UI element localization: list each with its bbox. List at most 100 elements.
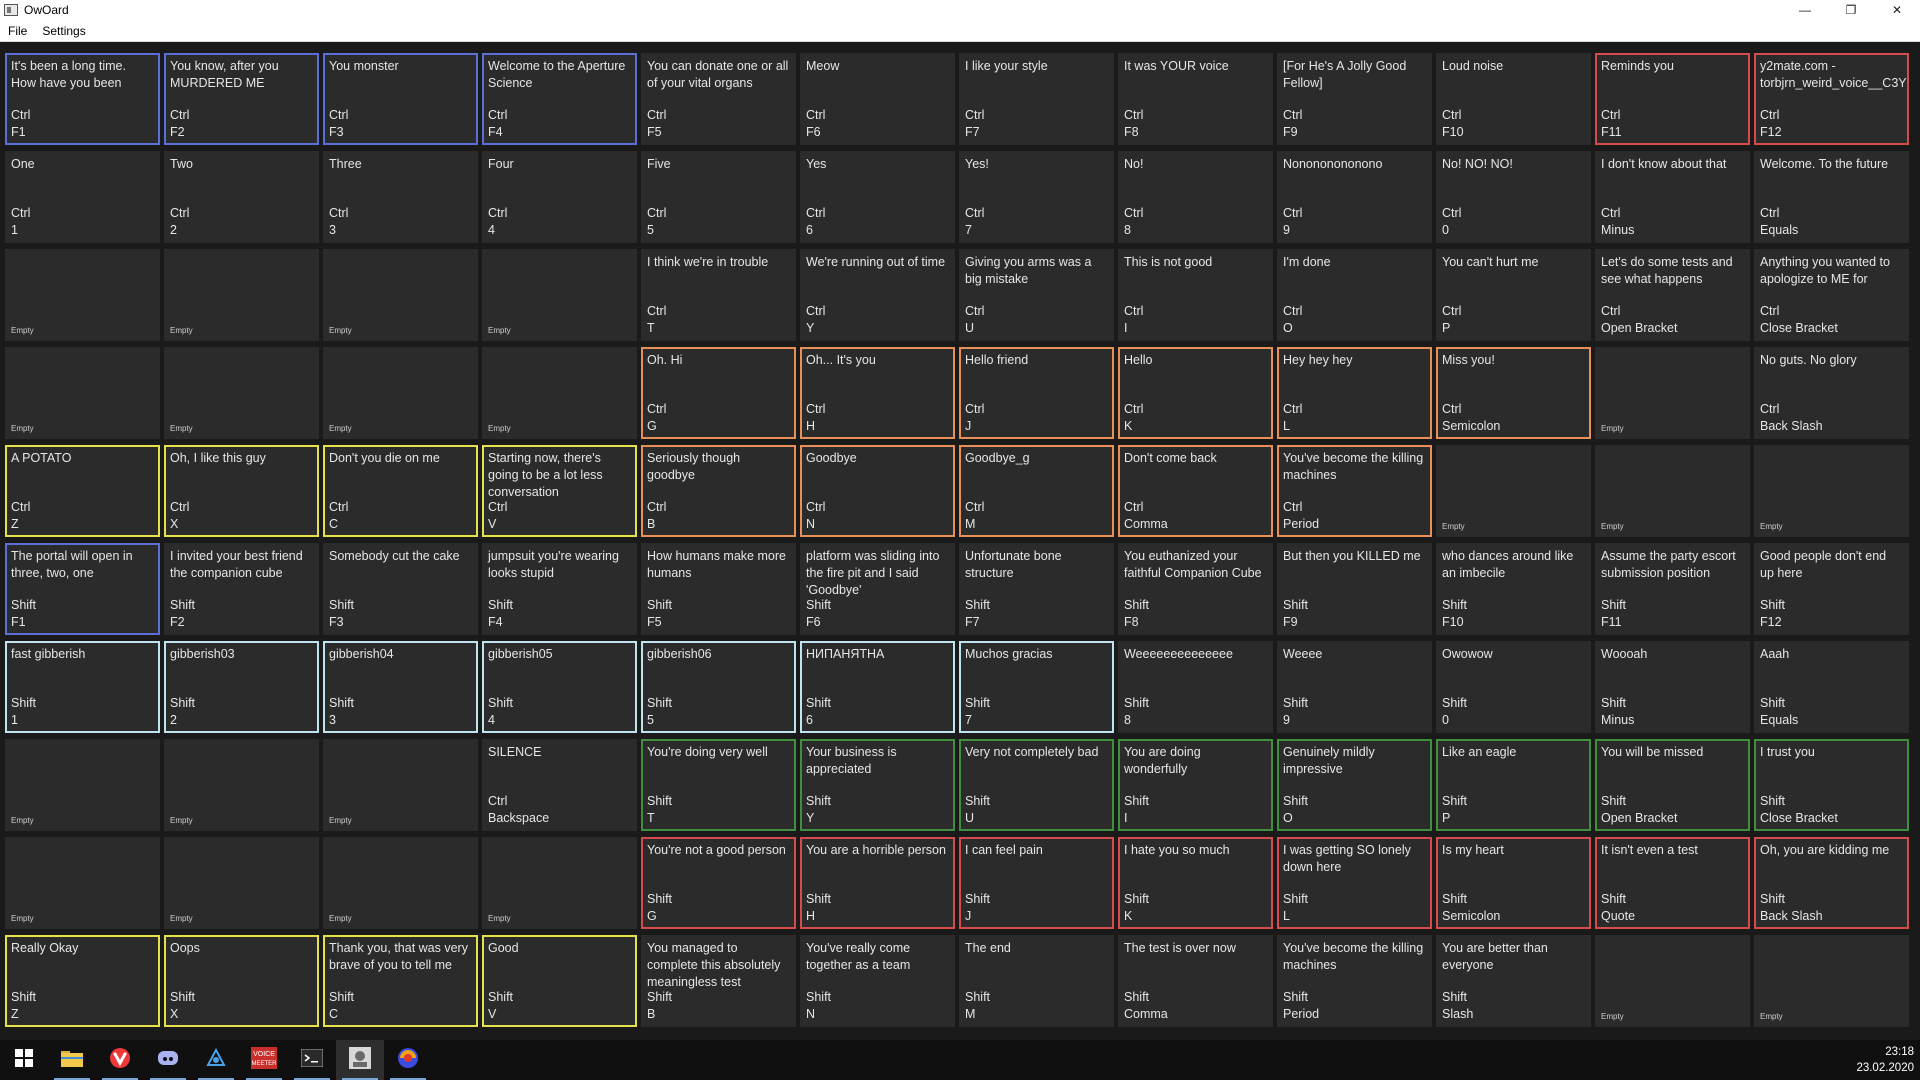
empty-sound-button[interactable]: Empty <box>323 347 478 439</box>
sound-button[interactable]: Three Ctrl 3 <box>323 151 478 243</box>
sound-button[interactable]: You're doing very well Shift T <box>641 739 796 831</box>
sound-button[interactable]: Goodbye Ctrl N <box>800 445 955 537</box>
sound-button[interactable]: SILENCE Ctrl Backspace <box>482 739 637 831</box>
sound-button[interactable]: But then you KILLED me Shift F9 <box>1277 543 1432 635</box>
sound-button[interactable]: jumpsuit you're wearing looks stupid Shif… <box>482 543 637 635</box>
sound-button[interactable]: Loud noise Ctrl F10 <box>1436 53 1591 145</box>
sound-button[interactable]: Weeee Shift 9 <box>1277 641 1432 733</box>
sound-button[interactable]: Giving you arms was a big mistake Ctrl U <box>959 249 1114 341</box>
taskbar-file-explorer-button[interactable] <box>48 1040 96 1080</box>
sound-button[interactable]: I was getting SO lonely down here Shift L <box>1277 837 1432 929</box>
sound-button[interactable]: You monster Ctrl F3 <box>323 53 478 145</box>
sound-button[interactable]: You will be missed Shift Open Bracket <box>1595 739 1750 831</box>
taskbar-obs-button[interactable] <box>384 1040 432 1080</box>
sound-button[interactable]: Hello Ctrl K <box>1118 347 1273 439</box>
sound-button[interactable]: Seriously though goodbye Ctrl B <box>641 445 796 537</box>
sound-button[interactable]: Really Okay Shift Z <box>5 935 160 1027</box>
sound-button[interactable]: gibberish05 Shift 4 <box>482 641 637 733</box>
taskbar-clock[interactable]: 23:18 23.02.2020 <box>1856 1044 1914 1076</box>
sound-button[interactable]: Very not completely bad Shift U <box>959 739 1114 831</box>
sound-button[interactable]: Goodbye_g Ctrl M <box>959 445 1114 537</box>
sound-button[interactable]: Miss you! Ctrl Semicolon <box>1436 347 1591 439</box>
sound-button[interactable]: Oh. Hi Ctrl G <box>641 347 796 439</box>
sound-button[interactable]: who dances around like an imbecile Shift F… <box>1436 543 1591 635</box>
taskbar-windows-start-button[interactable] <box>0 1040 48 1080</box>
sound-button[interactable]: НИПАНЯТНА Shift 6 <box>800 641 955 733</box>
sound-button[interactable]: You managed to complete this absolutely … <box>641 935 796 1027</box>
sound-button[interactable]: Yes! Ctrl 7 <box>959 151 1114 243</box>
sound-button[interactable]: I hate you so much Shift K <box>1118 837 1273 929</box>
menu-settings[interactable]: Settings <box>35 24 92 38</box>
sound-button[interactable]: I trust you Shift Close Bracket <box>1754 739 1909 831</box>
empty-sound-button[interactable]: Empty <box>323 249 478 341</box>
sound-button[interactable]: You can donate one or all of your vital … <box>641 53 796 145</box>
taskbar-voicemeeter-button[interactable]: VOICE MEETER <box>240 1040 288 1080</box>
sound-button[interactable]: This is not good Ctrl I <box>1118 249 1273 341</box>
menu-file[interactable]: File <box>1 24 34 38</box>
sound-button[interactable]: Oh... It's you Ctrl H <box>800 347 955 439</box>
sound-button[interactable]: You are better than everyone Shift Slash <box>1436 935 1591 1027</box>
sound-button[interactable]: gibberish06 Shift 5 <box>641 641 796 733</box>
sound-button[interactable]: Let's do some tests and see what happens… <box>1595 249 1750 341</box>
sound-button[interactable]: A POTATO Ctrl Z <box>5 445 160 537</box>
empty-sound-button[interactable]: Empty <box>1436 445 1591 537</box>
sound-button[interactable]: You are a horrible person Shift H <box>800 837 955 929</box>
sound-button[interactable]: Somebody cut the cake Shift F3 <box>323 543 478 635</box>
sound-button[interactable]: Don't come back Ctrl Comma <box>1118 445 1273 537</box>
sound-button[interactable]: Four Ctrl 4 <box>482 151 637 243</box>
sound-button[interactable]: I'm done Ctrl O <box>1277 249 1432 341</box>
sound-button[interactable]: [For He's A Jolly Good Fellow] Ctrl F9 <box>1277 53 1432 145</box>
sound-button[interactable]: Welcome to the Aperture Science Ctrl F4 <box>482 53 637 145</box>
sound-button[interactable]: Weeeeeeeeeeeeee Shift 8 <box>1118 641 1273 733</box>
sound-button[interactable]: y2mate.com - torbjrn_weird_voice__C3YNYn… <box>1754 53 1909 145</box>
taskbar-vivaldi-button[interactable] <box>96 1040 144 1080</box>
sound-button[interactable]: Five Ctrl 5 <box>641 151 796 243</box>
sound-button[interactable]: Reminds you Ctrl F11 <box>1595 53 1750 145</box>
sound-button[interactable]: You know, after you MURDERED ME Ctrl F2 <box>164 53 319 145</box>
empty-sound-button[interactable]: Empty <box>5 347 160 439</box>
sound-button[interactable]: Anything you wanted to apologize to ME f… <box>1754 249 1909 341</box>
sound-button[interactable]: platform was sliding into the fire pit a… <box>800 543 955 635</box>
sound-button[interactable]: You're not a good person Shift G <box>641 837 796 929</box>
sound-button[interactable]: I think we're in trouble Ctrl T <box>641 249 796 341</box>
sound-button[interactable]: No guts. No glory Ctrl Back Slash <box>1754 347 1909 439</box>
sound-button[interactable]: Unfortunate bone structure Shift F7 <box>959 543 1114 635</box>
sound-button[interactable]: Your business is appreciated Shift Y <box>800 739 955 831</box>
empty-sound-button[interactable]: Empty <box>5 249 160 341</box>
empty-sound-button[interactable]: Empty <box>1754 445 1909 537</box>
sound-button[interactable]: You can't hurt me Ctrl P <box>1436 249 1591 341</box>
sound-button[interactable]: It was YOUR voice Ctrl F8 <box>1118 53 1273 145</box>
sound-button[interactable]: Hello friend Ctrl J <box>959 347 1114 439</box>
sound-button[interactable]: The end Shift M <box>959 935 1114 1027</box>
empty-sound-button[interactable]: Empty <box>164 837 319 929</box>
sound-button[interactable]: Owowow Shift 0 <box>1436 641 1591 733</box>
sound-button[interactable]: You've become the killing machines Ctrl Pe… <box>1277 445 1432 537</box>
sound-button[interactable]: Is my heart Shift Semicolon <box>1436 837 1591 929</box>
sound-button[interactable]: I can feel pain Shift J <box>959 837 1114 929</box>
empty-sound-button[interactable]: Empty <box>323 739 478 831</box>
sound-button[interactable]: You've become the killing machines Shift P… <box>1277 935 1432 1027</box>
sound-button[interactable]: I invited your best friend the companion… <box>164 543 319 635</box>
taskbar-discord-button[interactable] <box>144 1040 192 1080</box>
sound-button[interactable]: I like your style Ctrl F7 <box>959 53 1114 145</box>
sound-button[interactable]: You've really come together as a team Shi… <box>800 935 955 1027</box>
sound-button[interactable]: Oh, you are kidding me Shift Back Slash <box>1754 837 1909 929</box>
sound-button[interactable]: Nonononononono Ctrl 9 <box>1277 151 1432 243</box>
sound-button[interactable]: We're running out of time Ctrl Y <box>800 249 955 341</box>
sound-button[interactable]: You euthanized your faithful Companion C… <box>1118 543 1273 635</box>
sound-button[interactable]: gibberish03 Shift 2 <box>164 641 319 733</box>
sound-button[interactable]: No! Ctrl 8 <box>1118 151 1273 243</box>
empty-sound-button[interactable]: Empty <box>1754 935 1909 1027</box>
sound-button[interactable]: Thank you, that was very brave of you to… <box>323 935 478 1027</box>
sound-button[interactable]: Don't you die on me Ctrl C <box>323 445 478 537</box>
sound-button[interactable]: It isn't even a test Shift Quote <box>1595 837 1750 929</box>
sound-button[interactable]: Meow Ctrl F6 <box>800 53 955 145</box>
empty-sound-button[interactable]: Empty <box>5 739 160 831</box>
empty-sound-button[interactable]: Empty <box>164 249 319 341</box>
sound-button[interactable]: Yes Ctrl 6 <box>800 151 955 243</box>
sound-button[interactable]: Hey hey hey Ctrl L <box>1277 347 1432 439</box>
taskbar-voicemeeter-remote-button[interactable] <box>192 1040 240 1080</box>
empty-sound-button[interactable]: Empty <box>1595 445 1750 537</box>
empty-sound-button[interactable]: Empty <box>1595 935 1750 1027</box>
sound-button[interactable]: How humans make more humans Shift F5 <box>641 543 796 635</box>
